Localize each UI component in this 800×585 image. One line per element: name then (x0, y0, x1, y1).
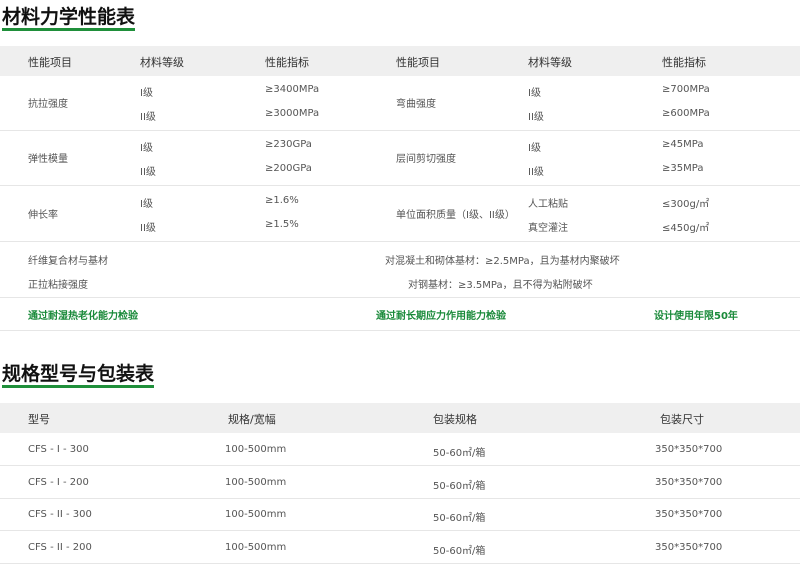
value: ≥230GPa (265, 139, 312, 150)
header-cell: 材料等级 (140, 56, 184, 69)
value: ≥3000MPa (265, 108, 320, 119)
grade: II级 (140, 112, 156, 123)
cell: 100-500mm (225, 541, 287, 553)
property-name: 抗拉强度 (28, 99, 68, 110)
cell: 50-60㎡/箱 (433, 448, 486, 459)
header-cell: 性能项目 (396, 56, 440, 69)
grade: II级 (528, 112, 544, 123)
cell: 100-500mm (225, 509, 287, 520)
header-cell: 性能项目 (28, 56, 72, 69)
cell: 350*350*700 (655, 541, 723, 553)
divider (0, 130, 800, 131)
test-badge: 设计使用年限50年 (654, 311, 738, 322)
value: ≥700MPa (662, 84, 710, 95)
section-title-spec: 规格型号与包装表 (2, 363, 155, 388)
bond-value: 对混凝土和砌体基材：≥2.5MPa，且为基材内聚破坏 (385, 256, 620, 267)
grade: I级 (528, 88, 541, 99)
cell: 350*350*700 (655, 476, 723, 488)
divider (0, 241, 800, 242)
divider (0, 497, 800, 499)
value: ≥45MPa (662, 139, 704, 150)
grade: I级 (140, 88, 153, 99)
property-name: 单位面积质量（I级、II级） (396, 210, 515, 221)
grade: I级 (140, 143, 153, 154)
divider (0, 185, 800, 186)
cell: CFS - I - 200 (28, 476, 89, 488)
divider (0, 297, 800, 298)
grade: II级 (140, 223, 156, 234)
grade: 人工粘贴 (528, 199, 568, 210)
cell: 100-500mm (225, 444, 287, 455)
divider (0, 530, 800, 531)
cell: 50-60㎡/箱 (433, 480, 486, 492)
divider (0, 465, 800, 466)
value: ≥3400MPa (265, 84, 320, 95)
value: ≥1.6% (265, 195, 299, 206)
property-name: 伸长率 (28, 210, 58, 221)
cell: 350*350*700 (655, 509, 723, 520)
cell: 50-60㎡/箱 (433, 513, 486, 524)
grade: II级 (140, 167, 156, 178)
section-title-mechanical: 材料力学性能表 (2, 6, 136, 31)
property-name: 弹性模量 (28, 154, 68, 165)
bond-label: 纤维复合材与基材 (28, 256, 108, 267)
cell: CFS - II - 300 (28, 509, 92, 520)
test-badge: 通过耐长期应力作用能力检验 (376, 311, 506, 322)
header-cell: 性能指标 (265, 56, 309, 69)
grade: I级 (140, 199, 153, 210)
header-cell: 材料等级 (528, 56, 572, 69)
grade: II级 (528, 167, 544, 178)
property-name: 弯曲强度 (396, 99, 436, 110)
divider (0, 562, 800, 564)
value: ≥200GPa (265, 163, 312, 174)
header-cell: 规格/宽幅 (228, 413, 276, 426)
value: ≥600MPa (662, 108, 710, 119)
bond-label: 正拉粘接强度 (28, 280, 88, 291)
cell: CFS - I - 300 (28, 444, 89, 455)
test-badge: 通过耐湿热老化能力检验 (28, 311, 138, 322)
value: ≤450g/㎡ (662, 223, 710, 234)
cell: 50-60㎡/箱 (433, 545, 486, 557)
cell: CFS - II - 200 (28, 541, 92, 553)
header-cell: 型号 (28, 413, 50, 426)
header-cell: 性能指标 (662, 56, 706, 69)
value: ≥1.5% (265, 219, 299, 230)
bond-value: 对钢基材：≥3.5MPa，且不得为粘附破坏 (408, 280, 593, 291)
property-name: 层间剪切强度 (396, 154, 456, 165)
cell: 350*350*700 (655, 444, 723, 455)
grade: I级 (528, 143, 541, 154)
cell: 100-500mm (225, 476, 287, 488)
grade: 真空灌注 (528, 223, 568, 234)
divider (0, 330, 800, 331)
header-cell: 包装规格 (433, 413, 477, 426)
header-cell: 包装尺寸 (660, 413, 704, 426)
value: ≤300g/㎡ (662, 199, 710, 210)
value: ≥35MPa (662, 163, 704, 174)
